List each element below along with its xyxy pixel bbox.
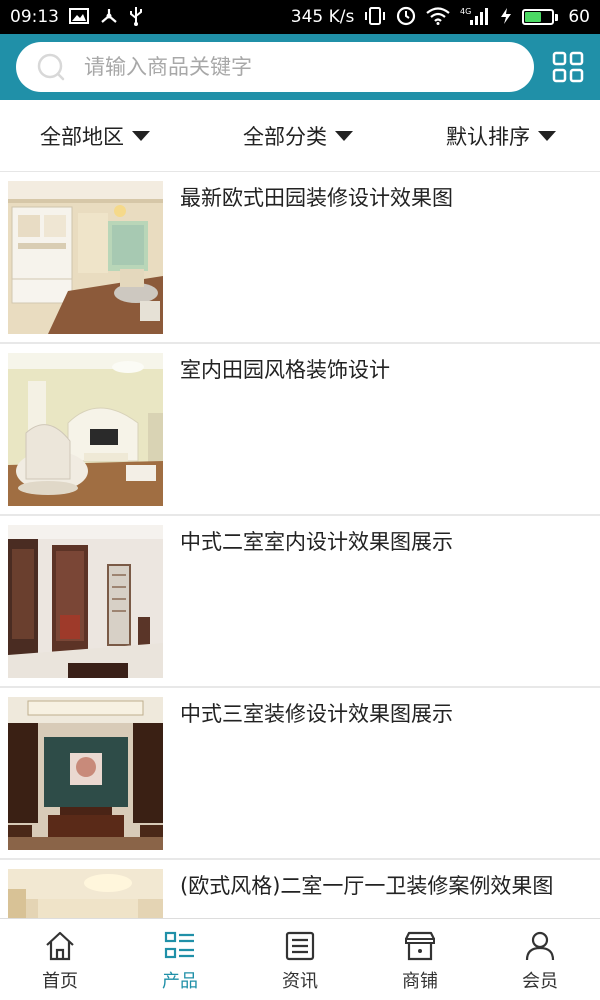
search-input[interactable] xyxy=(84,55,484,79)
caret-down-icon xyxy=(335,130,353,141)
nav-member[interactable]: 会员 xyxy=(480,919,600,1000)
search-box[interactable] xyxy=(16,42,534,92)
caret-down-icon xyxy=(538,130,556,141)
product-title: (欧式风格)二室一厅一卫装修案例效果图 xyxy=(180,874,554,898)
search-icon xyxy=(37,53,65,81)
nav-shop-label: 商铺 xyxy=(402,971,438,992)
product-item[interactable]: 中式三室装修设计效果图展示 xyxy=(0,688,600,860)
gallery-icon xyxy=(69,7,89,27)
filter-sort-label: 默认排序 xyxy=(446,124,530,149)
wifi-icon xyxy=(426,6,451,28)
product-thumbnail xyxy=(8,869,163,918)
product-thumbnail xyxy=(8,353,163,506)
battery-icon xyxy=(522,9,559,25)
shop-icon xyxy=(405,931,435,961)
nav-shop[interactable]: 商铺 xyxy=(360,919,480,1000)
product-list-icon xyxy=(164,931,194,959)
search-header xyxy=(0,34,600,100)
product-thumbnail xyxy=(8,181,163,334)
nav-home[interactable]: 首页 xyxy=(0,919,120,1000)
filter-category-label: 全部分类 xyxy=(243,124,327,149)
alarm-icon xyxy=(396,6,416,29)
home-icon xyxy=(46,931,74,961)
product-title: 中式二室室内设计效果图展示 xyxy=(180,530,453,554)
network-speed: 345 K/s xyxy=(290,7,355,27)
product-title: 中式三室装修设计效果图展示 xyxy=(180,702,453,726)
product-item[interactable]: (欧式风格)二室一厅一卫装修案例效果图 xyxy=(0,860,600,918)
usb-icon xyxy=(129,6,143,29)
user-icon xyxy=(525,931,555,961)
bottom-nav: 首页 产品 资讯 商铺 会员 xyxy=(0,918,600,1000)
category-grid-icon[interactable] xyxy=(552,51,584,83)
filter-region-dropdown[interactable]: 全部地区 xyxy=(0,121,212,151)
nav-news[interactable]: 资讯 xyxy=(240,919,360,1000)
svg-text:4G: 4G xyxy=(460,7,471,16)
product-item[interactable]: 最新欧式田园装修设计效果图 xyxy=(0,172,600,344)
charging-icon xyxy=(500,7,512,28)
product-title: 室内田园风格装饰设计 xyxy=(180,358,390,382)
usb-tether-icon xyxy=(99,7,119,28)
product-title: 最新欧式田园装修设计效果图 xyxy=(180,186,453,210)
nav-home-label: 首页 xyxy=(42,971,78,992)
status-time: 09:13 xyxy=(10,7,59,27)
nav-member-label: 会员 xyxy=(522,971,558,992)
signal-4g-icon: 4G xyxy=(460,6,490,29)
product-thumbnail xyxy=(8,525,163,678)
product-list: 最新欧式田园装修设计效果图 室内田园风格装饰设计 中式二室室内设计效果图展示 中… xyxy=(0,172,600,918)
nav-news-label: 资讯 xyxy=(282,971,318,992)
filter-region-label: 全部地区 xyxy=(40,124,124,149)
nav-products-label: 产品 xyxy=(162,971,198,992)
nav-products[interactable]: 产品 xyxy=(120,919,240,1000)
battery-level: 60 xyxy=(568,7,590,27)
product-item[interactable]: 室内田园风格装饰设计 xyxy=(0,344,600,516)
vibrate-icon xyxy=(364,6,386,28)
status-bar: 09:13 345 K/s 4G 60 xyxy=(0,0,600,34)
product-thumbnail xyxy=(8,697,163,850)
product-item[interactable]: 中式二室室内设计效果图展示 xyxy=(0,516,600,688)
filter-category-dropdown[interactable]: 全部分类 xyxy=(212,121,384,151)
news-icon xyxy=(285,931,315,961)
filter-sort-dropdown[interactable]: 默认排序 xyxy=(384,121,600,151)
filter-bar: 全部地区 全部分类 默认排序 xyxy=(0,100,600,172)
caret-down-icon xyxy=(132,130,150,141)
